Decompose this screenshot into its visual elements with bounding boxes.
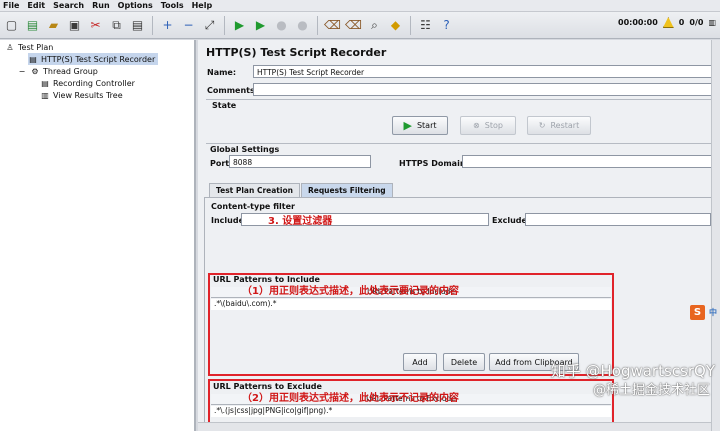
shutdown-icon[interactable]: ● — [293, 16, 312, 35]
include-pattern-row[interactable]: .*\(baidu\.com).* — [211, 299, 611, 310]
start-button[interactable]: ▶ Start — [392, 116, 448, 135]
horizontal-scrollbar[interactable] — [198, 422, 711, 431]
toggle-icon[interactable]: ⤢ — [200, 16, 219, 35]
watermark-subtext: @稀土掘金技术社区 — [592, 383, 710, 398]
start-icon: ▶ — [403, 119, 412, 132]
toolbar-separator — [152, 15, 153, 35]
state-section — [206, 99, 712, 139]
tree-node-recorder[interactable]: ▤ HTTP(S) Test Script Recorder — [28, 53, 159, 65]
name-label: Name: — [207, 68, 237, 77]
tree-node-recording-controller[interactable]: ▤ Recording Controller — [40, 77, 135, 89]
status-area: 00:00:00 0 0/0 ▥ — [618, 17, 716, 28]
ime-s-icon: S — [690, 305, 705, 320]
open-icon[interactable]: ▰ — [44, 16, 63, 35]
menu-search[interactable]: Search — [53, 1, 84, 10]
thread-count: 0/0 — [689, 18, 704, 27]
step3-annotation: 3. 设置过滤器 — [268, 216, 333, 227]
expand-icon[interactable]: + — [158, 16, 177, 35]
https-domains-field[interactable] — [462, 155, 712, 168]
elapsed-time: 00:00:00 — [618, 18, 658, 27]
port-field[interactable]: 8088 — [229, 155, 371, 168]
comments-field[interactable] — [253, 83, 712, 96]
tab-bar: Test Plan Creation Requests Filtering — [209, 183, 394, 197]
warning-count: 0 — [678, 18, 685, 27]
restart-icon: ↻ — [538, 121, 546, 130]
include-annotation: （1）用正则表达式描述，此处表示要记录的内容 — [242, 286, 459, 297]
reset-search-icon[interactable]: ◆ — [386, 16, 405, 35]
exclude-annotation: （2）用正则表达式描述，此处表示不记录的内容 — [242, 393, 459, 404]
menu-tools[interactable]: Tools — [161, 1, 184, 10]
collapse-icon[interactable]: − — [179, 16, 198, 35]
threads-icon: ▥ — [708, 18, 716, 27]
start-no-pause-icon[interactable]: ▶ — [251, 16, 270, 35]
page-title: HTTP(S) Test Script Recorder — [206, 46, 387, 59]
paste-icon[interactable]: ▤ — [128, 16, 147, 35]
restart-button[interactable]: ↻ Restart — [527, 116, 591, 135]
start-icon[interactable]: ▶ — [230, 16, 249, 35]
clear-all-icon[interactable]: ⌫ — [344, 16, 363, 35]
new-icon[interactable]: ▢ — [2, 16, 21, 35]
stop-icon: ⊗ — [473, 121, 480, 130]
menu-options[interactable]: Options — [118, 1, 153, 10]
controller-icon: ▤ — [41, 78, 49, 88]
function-helper-icon[interactable]: ☷ — [416, 16, 435, 35]
save-icon[interactable]: ▣ — [65, 16, 84, 35]
menu-run[interactable]: Run — [92, 1, 110, 10]
watermark-text: 知乎 @HogwartscsrQY — [550, 362, 715, 380]
test-plan-tree: ♙ Test Plan ▤ HTTP(S) Test Script Record… — [0, 40, 196, 431]
content-type-filter-label: Content-type filter — [211, 202, 295, 211]
menu-file[interactable]: File — [3, 1, 19, 10]
stop-icon[interactable]: ● — [272, 16, 291, 35]
toolbar-separator — [410, 15, 411, 35]
thread-group-icon: ⚙ — [31, 66, 39, 76]
tree-node-test-plan[interactable]: ♙ Test Plan — [5, 41, 53, 53]
state-label: State — [212, 101, 237, 110]
copy-icon[interactable]: ⧉ — [107, 16, 126, 35]
expand-toggle-icon[interactable]: − — [17, 66, 27, 76]
menu-edit[interactable]: Edit — [27, 1, 45, 10]
warning-icon[interactable] — [662, 17, 674, 28]
delete-include-button[interactable]: Delete — [443, 353, 485, 371]
templates-icon[interactable]: ▤ — [23, 16, 42, 35]
help-icon[interactable]: ? — [437, 16, 456, 35]
exclude-content-type-field[interactable] — [525, 213, 711, 226]
tab-test-plan-creation[interactable]: Test Plan Creation — [209, 183, 300, 197]
cut-icon[interactable]: ✂ — [86, 16, 105, 35]
tree-node-thread-group[interactable]: − ⚙ Thread Group — [17, 65, 98, 77]
tab-requests-filtering[interactable]: Requests Filtering — [300, 183, 393, 197]
exclude-pattern-row[interactable]: .*\.(js|css|jpg|PNG|ico|gif|png).* — [211, 406, 611, 417]
name-field[interactable]: HTTP(S) Test Script Recorder — [253, 65, 712, 78]
global-settings-label: Global Settings — [210, 145, 280, 154]
toolbar-separator — [224, 15, 225, 35]
tree-node-view-results-tree[interactable]: ▥ View Results Tree — [40, 89, 122, 101]
clear-icon[interactable]: ⌫ — [323, 16, 342, 35]
stop-button[interactable]: ⊗ Stop — [460, 116, 516, 135]
recorder-icon: ▤ — [29, 54, 37, 64]
toolbar: ▢ ▤ ▰ ▣ ✂ ⧉ ▤ + − ⤢ ▶ ▶ ● ● ⌫ ⌫ ⌕ ◆ ☷ ? — [0, 12, 720, 39]
toolbar-separator — [317, 15, 318, 35]
comments-label: Comments: — [207, 86, 258, 95]
menu-help[interactable]: Help — [192, 1, 213, 10]
test-plan-icon: ♙ — [6, 42, 14, 52]
ime-indicator[interactable]: S 中 — [690, 305, 717, 320]
menu-bar: File Edit Search Run Options Tools Help — [0, 0, 720, 12]
results-tree-icon: ▥ — [41, 90, 49, 100]
add-include-button[interactable]: Add — [403, 353, 437, 371]
search-icon[interactable]: ⌕ — [365, 16, 384, 35]
